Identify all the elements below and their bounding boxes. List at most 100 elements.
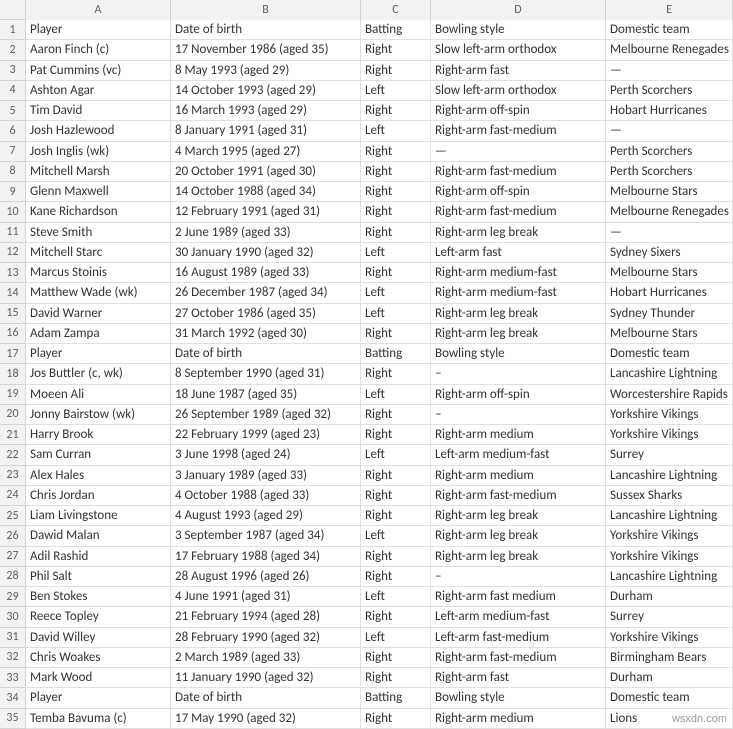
cell[interactable]: Right-arm fast-medium <box>431 486 606 506</box>
cell[interactable]: Melbourne Stars <box>606 182 733 202</box>
cell[interactable]: Batting <box>361 688 431 708</box>
cell[interactable]: Right <box>361 486 431 506</box>
cell[interactable]: Domestic team <box>606 344 733 364</box>
cell[interactable]: Durham <box>606 587 733 607</box>
cell[interactable]: — <box>606 223 733 243</box>
cell[interactable]: Right-arm off-spin <box>431 101 606 121</box>
cell[interactable]: Right-arm fast-medium <box>431 121 606 141</box>
cell[interactable]: Chris Jordan <box>26 486 171 506</box>
cell[interactable]: Right-arm medium <box>431 466 606 486</box>
cell[interactable]: Jos Buttler (c, wk) <box>26 364 171 384</box>
cell[interactable]: Birmingham Bears <box>606 648 733 668</box>
cell[interactable]: Right <box>361 40 431 60</box>
cell[interactable]: 3 January 1989 (aged 33) <box>171 466 361 486</box>
cell[interactable]: 4 June 1991 (aged 31) <box>171 587 361 607</box>
row-header[interactable]: 14 <box>0 283 26 303</box>
cell[interactable]: Right-arm fast-medium <box>431 648 606 668</box>
cell[interactable]: Right-arm fast <box>431 668 606 688</box>
cell[interactable]: Ben Stokes <box>26 587 171 607</box>
cell[interactable]: 4 March 1995 (aged 27) <box>171 142 361 162</box>
cell[interactable]: Worcestershire Rapids <box>606 385 733 405</box>
cell[interactable]: Melbourne Stars <box>606 324 733 344</box>
cell[interactable]: Right-arm medium <box>431 425 606 445</box>
cell[interactable]: Right-arm fast medium <box>431 587 606 607</box>
cell[interactable]: Right <box>361 61 431 81</box>
cell[interactable]: Glenn Maxwell <box>26 182 171 202</box>
cell[interactable]: Tim David <box>26 101 171 121</box>
cell[interactable]: — <box>606 121 733 141</box>
cell[interactable]: Right <box>361 142 431 162</box>
cell[interactable]: 26 December 1987 (aged 34) <box>171 283 361 303</box>
cell[interactable]: Right <box>361 324 431 344</box>
cell[interactable]: Chris Woakes <box>26 648 171 668</box>
row-header[interactable]: 23 <box>0 466 26 486</box>
cell[interactable]: Perth Scorchers <box>606 81 733 101</box>
cell[interactable]: Right-arm fast-medium <box>431 202 606 222</box>
cell[interactable]: Kane Richardson <box>26 202 171 222</box>
cell[interactable]: Right-arm off-spin <box>431 182 606 202</box>
row-header[interactable]: 5 <box>0 101 26 121</box>
cell[interactable]: Left-arm fast-medium <box>431 628 606 648</box>
cell[interactable]: Surrey <box>606 607 733 627</box>
col-header-b[interactable]: B <box>171 0 361 20</box>
row-header[interactable]: 28 <box>0 567 26 587</box>
cell[interactable]: Alex Hales <box>26 466 171 486</box>
cell[interactable]: Surrey <box>606 445 733 465</box>
cell[interactable]: Date of birth <box>171 20 361 40</box>
row-header[interactable]: 7 <box>0 142 26 162</box>
cell[interactable]: Lancashire Lightning <box>606 466 733 486</box>
cell[interactable]: Right <box>361 466 431 486</box>
cell[interactable]: Left <box>361 283 431 303</box>
cell[interactable]: Reece Topley <box>26 607 171 627</box>
cell[interactable]: – <box>431 405 606 425</box>
cell[interactable]: 3 September 1987 (aged 34) <box>171 526 361 546</box>
cell[interactable]: Right-arm off-spin <box>431 385 606 405</box>
cell[interactable]: Marcus Stoinis <box>26 263 171 283</box>
row-header[interactable]: 2 <box>0 40 26 60</box>
row-header[interactable]: 11 <box>0 223 26 243</box>
cell[interactable]: Right <box>361 668 431 688</box>
cell[interactable]: Left <box>361 121 431 141</box>
row-header[interactable]: 4 <box>0 81 26 101</box>
cell[interactable]: Hobart Hurricanes <box>606 283 733 303</box>
cell[interactable]: Sydney Thunder <box>606 304 733 324</box>
row-header[interactable]: 16 <box>0 324 26 344</box>
cell[interactable]: 18 June 1987 (aged 35) <box>171 385 361 405</box>
row-header[interactable]: 29 <box>0 587 26 607</box>
row-header[interactable]: 8 <box>0 162 26 182</box>
cell[interactable]: Right <box>361 405 431 425</box>
cell[interactable]: Date of birth <box>171 344 361 364</box>
cell[interactable]: Josh Inglis (wk) <box>26 142 171 162</box>
cell[interactable]: 17 November 1986 (aged 35) <box>171 40 361 60</box>
cell[interactable]: 8 January 1991 (aged 31) <box>171 121 361 141</box>
cell[interactable]: 8 May 1993 (aged 29) <box>171 61 361 81</box>
cell[interactable]: 26 September 1989 (aged 32) <box>171 405 361 425</box>
cell[interactable]: Left <box>361 243 431 263</box>
cell[interactable]: Right-arm leg break <box>431 547 606 567</box>
cell[interactable]: 20 October 1991 (aged 30) <box>171 162 361 182</box>
cell[interactable]: Mitchell Marsh <box>26 162 171 182</box>
cell[interactable]: 4 August 1993 (aged 29) <box>171 506 361 526</box>
cell[interactable]: Left <box>361 445 431 465</box>
cell[interactable]: Phil Salt <box>26 567 171 587</box>
cell[interactable]: Player <box>26 688 171 708</box>
cell[interactable]: Adil Rashid <box>26 547 171 567</box>
cell[interactable]: 14 October 1988 (aged 34) <box>171 182 361 202</box>
cell[interactable]: Melbourne Renegades <box>606 202 733 222</box>
cell[interactable]: Right-arm leg break <box>431 304 606 324</box>
cell[interactable]: Right <box>361 567 431 587</box>
cell[interactable]: Slow left-arm orthodox <box>431 81 606 101</box>
cell[interactable]: Right-arm leg break <box>431 324 606 344</box>
row-header[interactable]: 6 <box>0 121 26 141</box>
cell[interactable]: Right <box>361 101 431 121</box>
cell[interactable]: Ashton Agar <box>26 81 171 101</box>
cell[interactable]: Right-arm leg break <box>431 223 606 243</box>
row-header[interactable]: 31 <box>0 628 26 648</box>
cell[interactable]: Adam Zampa <box>26 324 171 344</box>
cell[interactable]: – <box>431 567 606 587</box>
cell[interactable]: Left <box>361 628 431 648</box>
cell[interactable]: 21 February 1994 (aged 28) <box>171 607 361 627</box>
cell[interactable]: 14 October 1993 (aged 29) <box>171 81 361 101</box>
cell[interactable]: Aaron Finch (c) <box>26 40 171 60</box>
cell[interactable]: Yorkshire Vikings <box>606 628 733 648</box>
